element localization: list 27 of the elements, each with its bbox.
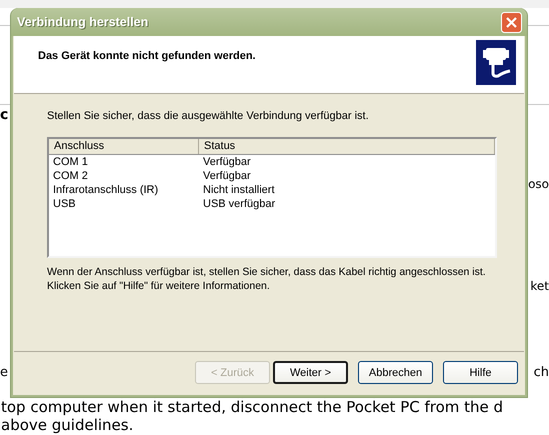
dialog-button[interactable]: Abbrechen [358, 361, 433, 384]
list-cell-text: Verfügbar [202, 169, 252, 183]
instruction-text: Stellen Sie sicher, dass die ausgewählte Verbindung verfügbar ist. [47, 110, 370, 122]
page-text-fragment: ket [530, 280, 549, 292]
page-text-fragment: oso [528, 178, 549, 190]
dialog-button[interactable]: Weiter > [273, 361, 348, 384]
hint-text: Wenn der Anschluss verfügbar ist, stellen Sie sicher, dass das Kabel richtig angeschlossen ist. [47, 265, 487, 279]
list-cell-text: USB [52, 197, 77, 211]
window-title: Verbindung herstellen [17, 15, 148, 29]
hint-text: Klicken Sie auf "Hilfe" für weitere Informationen. [47, 279, 271, 293]
page-text-fragment: c [0, 108, 8, 122]
page-text-line: above guidelines. [1, 416, 134, 434]
column-header[interactable]: Anschluss [49, 139, 199, 154]
list-cell-text: COM 2 [52, 169, 89, 183]
list-cell-text: USB verfügbar [202, 197, 276, 211]
page-text-line: top computer when it started, disconnect the Pocket PC from the d [1, 398, 504, 416]
dialog-button[interactable]: Hilfe [443, 361, 518, 384]
list-cell-text: Verfügbar [202, 155, 252, 169]
column-header[interactable]: Status [199, 139, 495, 154]
list-cell-text: Infrarotanschluss (IR) [52, 183, 160, 197]
dialog-heading: Das Gerät konnte nicht gefunden werden. [38, 50, 256, 62]
page-text-fragment: ch [534, 366, 549, 379]
plug-icon [476, 40, 516, 85]
list-cell-text: Nicht installiert [202, 183, 276, 197]
list-cell-text: COM 1 [52, 155, 89, 169]
close-icon[interactable] [501, 12, 522, 32]
page-text-fragment: e [0, 366, 8, 379]
